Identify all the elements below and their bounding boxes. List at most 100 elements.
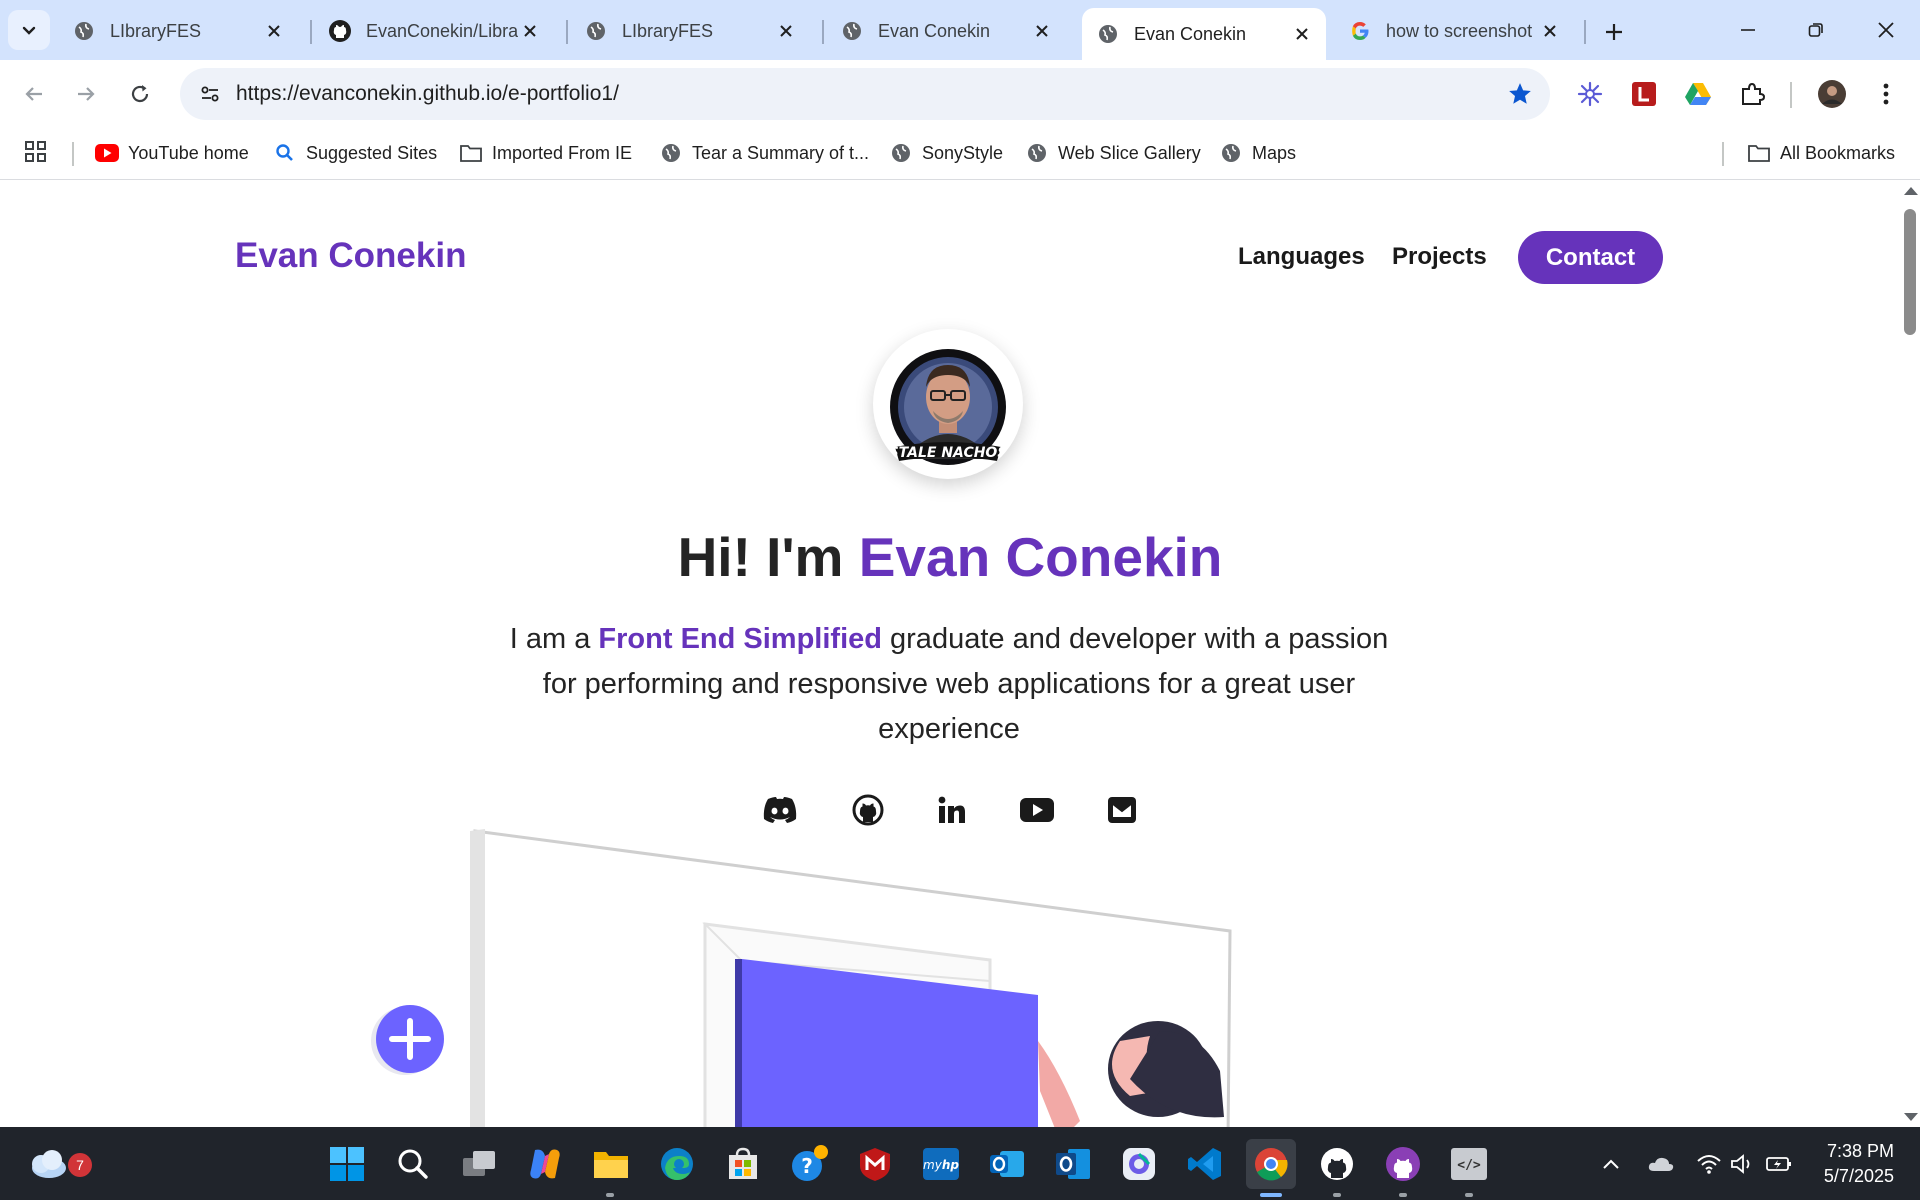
store-icon[interactable] [718, 1139, 768, 1189]
site-brand[interactable]: Evan Conekin [235, 236, 466, 276]
google-drive-icon[interactable] [1678, 74, 1718, 114]
weather-badge: 7 [68, 1153, 92, 1177]
intro-highlight-link[interactable]: Front End Simplified [598, 623, 882, 655]
task-view-icon[interactable] [454, 1139, 504, 1189]
tab-libraryfes-2[interactable]: LIbraryFES [570, 8, 810, 54]
start-icon[interactable] [322, 1139, 372, 1189]
url-text[interactable]: https://evanconekin.github.io/e-portfoli… [236, 82, 619, 106]
close-window-button[interactable] [1856, 8, 1916, 52]
tab-search-button[interactable] [8, 10, 50, 50]
bookmark-youtube-home[interactable]: YouTube home [94, 140, 249, 166]
extensions-puzzle-icon[interactable] [1732, 74, 1772, 114]
close-icon[interactable] [1538, 19, 1562, 43]
app-open-indicator [1465, 1193, 1473, 1197]
app-open-indicator [606, 1193, 614, 1197]
tab-separator [822, 20, 824, 44]
tab-separator [310, 20, 312, 44]
dev-tools-icon[interactable]: </> [1444, 1139, 1494, 1189]
tab-google-search[interactable]: how to screenshot [1334, 8, 1574, 54]
minimize-icon [1741, 29, 1755, 31]
page-scrollbar[interactable] [1900, 181, 1920, 1127]
address-bar[interactable]: https://evanconekin.github.io/e-portfoli… [180, 68, 1550, 120]
vscode-icon[interactable] [1180, 1139, 1230, 1189]
app-open-indicator [1333, 1193, 1341, 1197]
help-icon[interactable]: ? [784, 1139, 834, 1189]
bookmark-web-slice-gallery[interactable]: Web Slice Gallery [1024, 140, 1201, 166]
tab-libraryfes-1[interactable]: LIbraryFES [58, 8, 298, 54]
tab-evan-conekin-1[interactable]: Evan Conekin [826, 8, 1066, 54]
extension-snowflake-icon[interactable] [1570, 74, 1610, 114]
browser-toolbar: https://evanconekin.github.io/e-portfoli… [0, 60, 1920, 128]
apps-grid-icon[interactable] [24, 140, 48, 164]
edge-icon[interactable] [652, 1139, 702, 1189]
profile-avatar[interactable] [1812, 74, 1852, 114]
battery-icon[interactable] [1764, 1149, 1794, 1179]
more-menu-icon[interactable] [1866, 74, 1906, 114]
bookmark-suggested-sites[interactable]: Suggested Sites [272, 140, 437, 166]
onedrive-cloud-icon[interactable] [1646, 1149, 1676, 1179]
volume-icon[interactable] [1728, 1149, 1758, 1179]
photos-icon[interactable] [1114, 1139, 1164, 1189]
github-purple-icon[interactable] [1378, 1139, 1428, 1189]
svg-text:myhp: myhp [923, 1158, 959, 1172]
myhp-icon[interactable]: myhp [916, 1139, 966, 1189]
github-desktop-icon[interactable] [1312, 1139, 1362, 1189]
intro-paragraph: I am a Front End Simplified graduate and… [490, 617, 1408, 752]
show-hidden-icons-chevron-icon[interactable] [1596, 1149, 1626, 1179]
close-icon [1878, 22, 1894, 38]
file-explorer-icon[interactable] [586, 1139, 636, 1189]
bookmark-sonystyle[interactable]: SonyStyle [888, 140, 1003, 166]
chrome-icon[interactable] [1246, 1139, 1296, 1189]
minimize-button[interactable] [1718, 8, 1778, 52]
scroll-up-arrow[interactable] [1904, 187, 1918, 195]
folder-icon [458, 140, 484, 166]
scroll-down-arrow[interactable] [1904, 1113, 1918, 1121]
extension-l-icon[interactable] [1624, 74, 1664, 114]
wifi-icon[interactable] [1694, 1149, 1724, 1179]
close-icon[interactable] [1030, 19, 1054, 43]
nav-languages-link[interactable]: Languages [1238, 243, 1365, 271]
tab-title: Evan Conekin [878, 20, 991, 41]
forward-button[interactable] [66, 74, 106, 114]
close-icon[interactable] [262, 19, 286, 43]
bookmarks-bar: YouTube home Suggested Sites Imported Fr… [0, 128, 1920, 180]
github-icon [328, 19, 352, 43]
plus-icon [1606, 24, 1622, 40]
close-icon[interactable] [518, 19, 542, 43]
bookmark-imported-from-ie[interactable]: Imported From IE [458, 140, 632, 166]
heading-prefix: Hi! I'm [677, 526, 859, 588]
restore-button[interactable] [1786, 8, 1846, 52]
youtube-icon [94, 140, 120, 166]
copilot-icon[interactable] [520, 1139, 570, 1189]
weather-widget[interactable]: 7 [22, 1139, 92, 1189]
tab-evan-conekin-active[interactable]: Evan Conekin [1082, 8, 1326, 60]
clock-time: 7:38 PM [1826, 1141, 1894, 1161]
outlook-new-icon[interactable] [1048, 1139, 1098, 1189]
mcafee-icon[interactable] [850, 1139, 900, 1189]
system-clock[interactable]: 7:38 PM 5/7/2025 [1824, 1139, 1894, 1189]
site-info-icon[interactable] [192, 76, 228, 112]
folder-icon [1746, 140, 1772, 166]
tab-github-repo[interactable]: EvanConekin/Libra [314, 8, 554, 54]
bookmark-star-icon[interactable] [1506, 80, 1534, 108]
bookmark-label: Suggested Sites [306, 142, 438, 163]
contact-button[interactable]: Contact [1518, 231, 1663, 284]
back-button[interactable] [14, 74, 54, 114]
close-icon[interactable] [1290, 22, 1314, 46]
new-tab-button[interactable] [1596, 14, 1632, 50]
scroll-thumb[interactable] [1904, 209, 1916, 335]
chevron-down-icon [22, 26, 36, 35]
globe-icon [1096, 22, 1120, 46]
search-icon[interactable] [388, 1139, 438, 1189]
nav-projects-link[interactable]: Projects [1392, 243, 1487, 271]
close-icon[interactable] [774, 19, 798, 43]
toolbar-separator [1790, 82, 1792, 108]
all-bookmarks-button[interactable]: All Bookmarks [1746, 140, 1895, 166]
outlook-icon[interactable] [982, 1139, 1032, 1189]
bookmark-label: SonyStyle [922, 142, 1004, 163]
globe-icon [1024, 140, 1050, 166]
bookmark-tear-summary[interactable]: Tear a Summary of t... [658, 140, 869, 166]
bookmark-maps[interactable]: Maps [1218, 140, 1296, 166]
globe-icon [840, 19, 864, 43]
reload-button[interactable] [120, 74, 160, 114]
